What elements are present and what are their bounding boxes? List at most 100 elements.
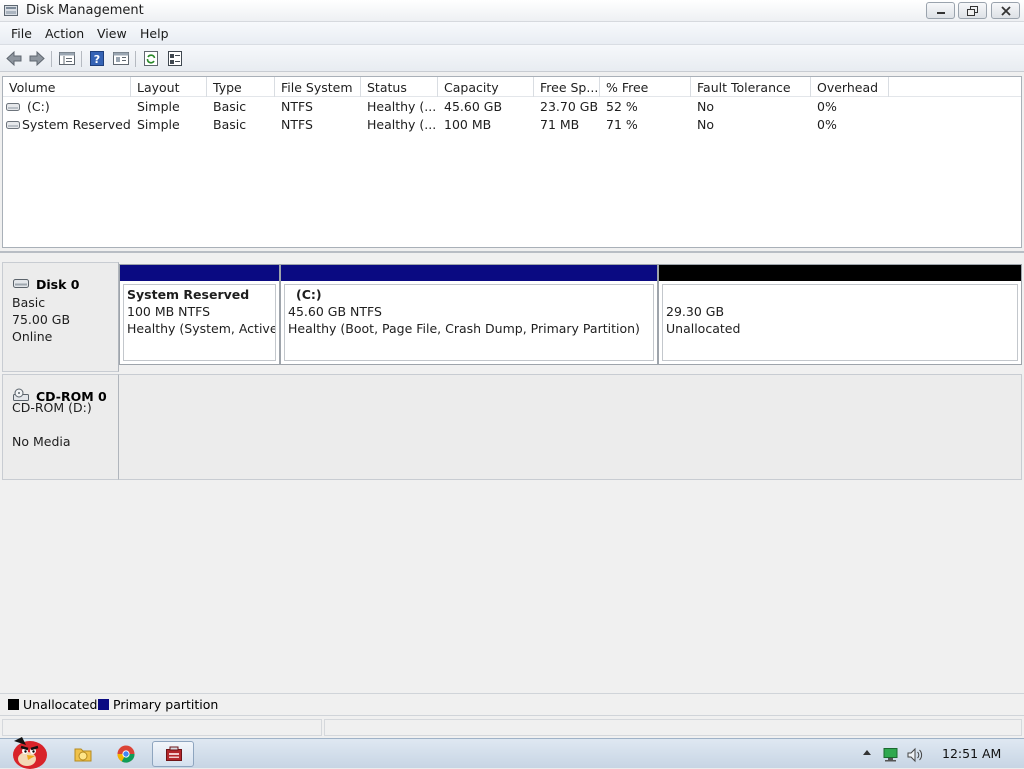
- partition-size: 29.30 GB: [666, 304, 725, 319]
- column-header-volume[interactable]: Volume: [3, 77, 131, 97]
- volume-speaker-icon[interactable]: [906, 747, 924, 763]
- column-header-file-system[interactable]: File System: [275, 77, 361, 97]
- cell-layout: Simple: [137, 117, 180, 132]
- cell-capacity: 100 MB: [444, 117, 492, 132]
- list-header: Volume Layout Type File System Status Ca…: [3, 77, 1021, 97]
- legend-unallocated: Unallocated: [23, 697, 98, 712]
- column-header-type[interactable]: Type: [207, 77, 275, 97]
- show-hidden-icons-icon[interactable]: [862, 747, 872, 759]
- close-icon: [1001, 6, 1011, 16]
- taskbar-clock[interactable]: 12:51 AM: [942, 746, 1001, 761]
- volume-icon: [6, 103, 20, 111]
- export-list-button[interactable]: [165, 49, 185, 68]
- window-title: Disk Management: [26, 3, 144, 18]
- taskbar: 12:51 AM: [0, 737, 1024, 769]
- cd-rom-drive: CD-ROM (D:): [12, 400, 92, 415]
- refresh-icon: [144, 51, 158, 66]
- primary-partition-bar: [281, 265, 657, 281]
- cell-status: Healthy (...: [367, 99, 437, 114]
- cell-overhead: 0%: [817, 117, 837, 132]
- menu-view[interactable]: View: [97, 26, 127, 41]
- disk-0-label[interactable]: Disk 0 Basic 75.00 GB Online: [2, 262, 119, 372]
- unallocated-bar: [659, 265, 1021, 281]
- file-explorer-icon[interactable]: [70, 742, 96, 766]
- partition-status: Healthy (Boot, Page File, Crash Dump, Pr…: [288, 321, 640, 336]
- column-header-layout[interactable]: Layout: [131, 77, 207, 97]
- disk-state: Online: [12, 329, 53, 344]
- status-bar: [0, 715, 1024, 738]
- show-hide-console-tree-button[interactable]: [57, 49, 77, 68]
- disk-0-row: Disk 0 Basic 75.00 GB Online System Rese…: [2, 262, 1022, 372]
- menu-help[interactable]: Help: [140, 26, 169, 41]
- toolbar-separator: [51, 51, 52, 67]
- svg-text:?: ?: [94, 53, 100, 66]
- back-button[interactable]: [4, 49, 24, 68]
- cd-rom-0-label[interactable]: CD-ROM 0 CD-ROM (D:) No Media: [2, 374, 119, 480]
- partition-details: (C:) 45.60 GB NTFS Healthy (Boot, Page F…: [284, 284, 654, 361]
- volume-list: Volume Layout Type File System Status Ca…: [2, 76, 1022, 248]
- forward-button[interactable]: [27, 49, 47, 68]
- restore-button[interactable]: [958, 2, 987, 19]
- cell-layout: Simple: [137, 99, 180, 114]
- disk-management-window: Disk Management File Action View Help ?: [0, 0, 1024, 738]
- partition-size: 45.60 GB NTFS: [288, 304, 382, 319]
- table-row[interactable]: System Reserved Simple Basic NTFS Health…: [3, 116, 1021, 134]
- cell-overhead: 0%: [817, 99, 837, 114]
- disk-graphical-view: Disk 0 Basic 75.00 GB Online System Rese…: [0, 251, 1024, 711]
- primary-partition-bar: [120, 265, 279, 281]
- help-button[interactable]: ?: [87, 49, 107, 68]
- console-tree-icon: [59, 52, 75, 65]
- cd-rom-0-row: CD-ROM 0 CD-ROM (D:) No Media: [2, 374, 1022, 480]
- partition-system-reserved[interactable]: System Reserved 100 MB NTFS Healthy (Sys…: [119, 264, 280, 365]
- toolbar: ?: [0, 45, 1024, 72]
- disk-size: 75.00 GB: [12, 312, 71, 327]
- cell-type: Basic: [213, 117, 247, 132]
- cell-volume: System Reserved: [22, 117, 131, 132]
- chrome-icon[interactable]: [113, 742, 139, 766]
- cell-status: Healthy (...: [367, 117, 437, 132]
- status-pane: [324, 719, 1022, 736]
- legend: Unallocated Primary partition: [0, 693, 1024, 713]
- properties-button[interactable]: [111, 49, 131, 68]
- cell-percent-free: 71 %: [606, 117, 638, 132]
- cell-free-space: 71 MB: [540, 117, 580, 132]
- start-button-icon[interactable]: [6, 733, 50, 769]
- column-header-overhead[interactable]: Overhead: [811, 77, 889, 97]
- back-icon: [6, 50, 22, 67]
- primary-partition-swatch: [98, 699, 109, 710]
- disk-name: Disk 0: [36, 277, 80, 292]
- partition-details: System Reserved 100 MB NTFS Healthy (Sys…: [123, 284, 276, 361]
- column-header-percent-free[interactable]: % Free: [600, 77, 691, 97]
- table-row[interactable]: (C:) Simple Basic NTFS Healthy (... 45.6…: [3, 98, 1021, 116]
- partition-c-drive[interactable]: (C:) 45.60 GB NTFS Healthy (Boot, Page F…: [280, 264, 658, 365]
- minimize-button[interactable]: [926, 2, 955, 19]
- cell-percent-free: 52 %: [606, 99, 638, 114]
- column-header-free-space[interactable]: Free Sp...: [534, 77, 600, 97]
- refresh-button[interactable]: [141, 49, 161, 68]
- cell-file-system: NTFS: [281, 99, 313, 114]
- partition-status: Unallocated: [666, 321, 741, 336]
- cell-volume: (C:): [27, 99, 50, 114]
- menu-bar: File Action View Help: [0, 22, 1024, 45]
- status-pane: [2, 719, 322, 736]
- disk-type: Basic: [12, 295, 46, 310]
- forward-icon: [29, 50, 45, 67]
- column-header-status[interactable]: Status: [361, 77, 438, 97]
- partition-unallocated[interactable]: 29.30 GB Unallocated: [658, 264, 1022, 365]
- network-icon[interactable]: [882, 747, 900, 762]
- menu-action[interactable]: Action: [45, 26, 84, 41]
- column-header-fault-tolerance[interactable]: Fault Tolerance: [691, 77, 811, 97]
- legend-primary-partition: Primary partition: [113, 697, 219, 712]
- column-header-capacity[interactable]: Capacity: [438, 77, 534, 97]
- taskbar-item-disk-management[interactable]: [152, 741, 194, 767]
- minimize-icon: [937, 12, 945, 14]
- restore-icon: [967, 6, 978, 16]
- properties-icon: [113, 52, 129, 65]
- cd-rom-empty-area[interactable]: [119, 374, 1022, 480]
- menu-file[interactable]: File: [11, 26, 32, 41]
- title-bar[interactable]: Disk Management: [0, 0, 1024, 22]
- toolbar-separator: [135, 51, 136, 67]
- toolbar-separator: [81, 51, 82, 67]
- unallocated-swatch: [8, 699, 19, 710]
- close-button[interactable]: [991, 2, 1020, 19]
